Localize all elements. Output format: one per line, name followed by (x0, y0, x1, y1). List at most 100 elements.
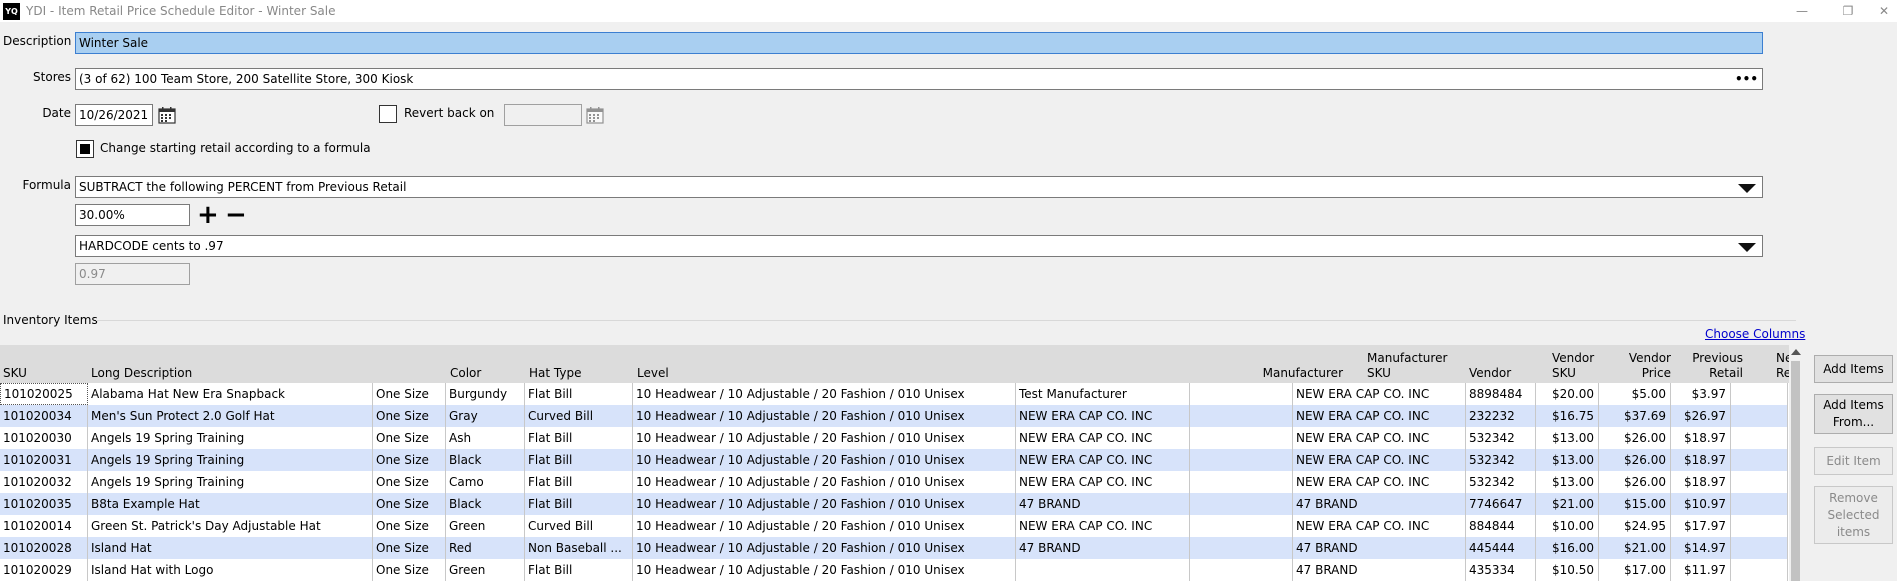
formula-value: SUBTRACT the following PERCENT from Prev… (79, 180, 407, 194)
table-row[interactable]: 101020032 Angels 19 Spring Training One Si… (0, 471, 1788, 493)
column-header-line: Manufacturer (1367, 351, 1448, 365)
cell-previous-retail: $5.00 (1599, 383, 1671, 405)
rounding-select[interactable]: HARDCODE cents to .97 (75, 235, 1763, 257)
cell-size: One Size (373, 471, 446, 493)
date-input[interactable]: 10/26/2021 (75, 104, 153, 126)
cell-color: Green (446, 515, 525, 537)
cell-sku: 101020035 (0, 493, 88, 515)
table-row[interactable]: 101020025 Alabama Hat New Era Snapback One… (0, 383, 1788, 405)
scroll-thumb[interactable] (1791, 361, 1800, 581)
column-header-level[interactable]: Level (637, 366, 669, 381)
table-header: SKU Long Description Color Hat Type Leve… (0, 345, 1790, 383)
formula-select[interactable]: SUBTRACT the following PERCENT from Prev… (75, 176, 1763, 198)
title-bar: YQ YDI - Item Retail Price Schedule Edit… (0, 0, 1897, 22)
cents-input[interactable]: 0.97 (75, 263, 190, 285)
table-row[interactable]: 101020014 Green St. Patrick's Day Adjusta… (0, 515, 1788, 537)
cell-hat-type: Flat Bill (525, 471, 633, 493)
cell-hat-type: Flat Bill (525, 383, 633, 405)
cell-previous-retail: $26.00 (1599, 427, 1671, 449)
cell-manufacturer: NEW ERA CAP CO. INC (1016, 405, 1190, 427)
column-header-sku[interactable]: SKU (3, 366, 27, 381)
cell-level: 10 Headwear / 10 Adjustable / 20 Fashion… (633, 427, 1016, 449)
formula-toggle-label: Change starting retail according to a fo… (100, 141, 371, 155)
cell-manufacturer: NEW ERA CAP CO. INC (1016, 471, 1190, 493)
calendar-icon[interactable] (586, 106, 604, 124)
stores-input[interactable]: (3 of 62) 100 Team Store, 200 Satellite … (75, 68, 1763, 90)
cell-empty (1731, 537, 1788, 559)
cell-hat-type: Flat Bill (525, 427, 633, 449)
cell-new-retail: $10.97 (1671, 493, 1731, 515)
column-header-manufacturer-sku[interactable]: Manufacturer SKU (1367, 351, 1447, 381)
cell-vendor-price: $10.00 (1536, 515, 1599, 537)
cell-new-retail: $17.97 (1671, 515, 1731, 537)
revert-checkbox[interactable] (379, 105, 397, 123)
cell-long-description: Alabama Hat New Era Snapback (88, 383, 373, 405)
column-header-vendor-price[interactable]: Vendor Price (1600, 351, 1671, 381)
cell-color: Ash (446, 427, 525, 449)
inventory-table: SKU Long Description Color Hat Type Leve… (0, 345, 1790, 581)
edit-item-button[interactable]: Edit Item (1814, 447, 1893, 475)
cell-size: One Size (373, 427, 446, 449)
cell-hat-type: Flat Bill (525, 493, 633, 515)
minimize-button[interactable]: — (1779, 0, 1825, 22)
revert-date-input[interactable] (504, 104, 582, 126)
column-header-color[interactable]: Color (450, 366, 481, 381)
column-header-long-description[interactable]: Long Description (91, 366, 192, 381)
cell-manufacturer-sku (1190, 559, 1293, 581)
table-row[interactable]: 101020029 Island Hat with Logo One Size Gre… (0, 559, 1788, 581)
column-header-line: Ret (1776, 366, 1790, 380)
table-row[interactable]: 101020031 Angels 19 Spring Training One Si… (0, 449, 1788, 471)
more-icon[interactable]: ••• (1735, 72, 1758, 86)
cell-previous-retail: $24.95 (1599, 515, 1671, 537)
column-header-hat-type[interactable]: Hat Type (529, 366, 581, 381)
cell-long-description: Angels 19 Spring Training (88, 471, 373, 493)
cell-size: One Size (373, 405, 446, 427)
table-row[interactable]: 101020028 Island Hat One Size Red Non Baseba… (0, 537, 1788, 559)
calendar-icon[interactable] (158, 106, 176, 124)
cell-sku: 101020032 (0, 471, 88, 493)
cell-manufacturer: 47 BRAND (1016, 493, 1190, 515)
cell-empty (1731, 449, 1788, 471)
add-items-button[interactable]: Add Items (1814, 355, 1893, 383)
table-row[interactable]: 101020035 B8ta Example Hat One Size Black Fl… (0, 493, 1788, 515)
cell-manufacturer-sku (1190, 405, 1293, 427)
description-input[interactable]: Winter Sale (75, 32, 1763, 54)
cell-vendor: 47 BRAND (1293, 493, 1466, 515)
cell-manufacturer: 47 BRAND (1016, 537, 1190, 559)
add-items-from-button[interactable]: Add Items From... (1814, 394, 1893, 434)
close-button[interactable]: ✕ (1871, 0, 1897, 22)
cell-vendor-sku: 532342 (1466, 427, 1536, 449)
choose-columns-link[interactable]: Choose Columns (1705, 327, 1805, 341)
cell-vendor-price: $13.00 (1536, 449, 1599, 471)
cell-manufacturer-sku (1190, 493, 1293, 515)
cell-size: One Size (373, 493, 446, 515)
scroll-up-icon[interactable] (1791, 349, 1801, 355)
table-row[interactable]: 101020034 Men's Sun Protect 2.0 Golf Hat O… (0, 405, 1788, 427)
maximize-button[interactable]: ❐ (1825, 0, 1871, 22)
vertical-scrollbar[interactable] (1789, 345, 1802, 581)
cell-level: 10 Headwear / 10 Adjustable / 20 Fashion… (633, 383, 1016, 405)
column-header-vendor[interactable]: Vendor (1469, 366, 1511, 381)
cell-sku: 101020029 (0, 559, 88, 581)
minus-icon[interactable]: − (225, 202, 247, 228)
column-header-previous-retail[interactable]: Previous Retail (1680, 351, 1743, 381)
cell-manufacturer: NEW ERA CAP CO. INC (1016, 427, 1190, 449)
table-row[interactable]: 101020030 Angels 19 Spring Training One Si… (0, 427, 1788, 449)
cell-color: Camo (446, 471, 525, 493)
cell-vendor-sku: 435334 (1466, 559, 1536, 581)
window-controls: — ❐ ✕ (1779, 0, 1897, 22)
cell-level: 10 Headwear / 10 Adjustable / 20 Fashion… (633, 471, 1016, 493)
formula-checkbox[interactable] (76, 140, 94, 158)
cell-manufacturer-sku (1190, 427, 1293, 449)
plus-icon[interactable]: + (197, 202, 219, 228)
column-header-manufacturer[interactable]: Manufacturer (1230, 366, 1343, 381)
percent-input[interactable]: 30.00% (75, 204, 190, 226)
cell-empty (1731, 405, 1788, 427)
cell-size: One Size (373, 537, 446, 559)
cell-previous-retail: $21.00 (1599, 537, 1671, 559)
cell-hat-type: Curved Bill (525, 405, 633, 427)
cell-manufacturer-sku (1190, 449, 1293, 471)
remove-selected-items-button[interactable]: Remove Selected items (1814, 486, 1893, 544)
column-header-new-retail[interactable]: NeRet (1776, 351, 1790, 381)
column-header-vendor-sku[interactable]: Vendor SKU (1552, 351, 1594, 381)
